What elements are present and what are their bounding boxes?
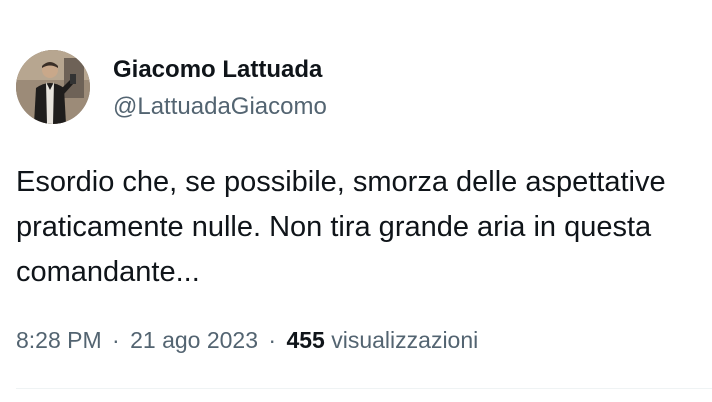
views-count[interactable]: 455 <box>286 327 324 353</box>
tweet-card: Giacomo Lattuada @LattuadaGiacomo Esordi… <box>0 0 712 402</box>
tweet-text: Esordio che, se possibile, smorza delle … <box>16 160 712 295</box>
tweet-date[interactable]: 21 ago 2023 <box>130 327 258 353</box>
meta-separator: · <box>112 327 120 353</box>
avatar-photo-icon <box>16 50 90 124</box>
tweet-time[interactable]: 8:28 PM <box>16 327 102 353</box>
tweet-meta: 8:28 PM · 21 ago 2023 · 455 visualizzazi… <box>16 327 478 354</box>
views-label[interactable]: visualizzazioni <box>331 327 478 353</box>
tweet-text-line: Esordio che, se possibile, smorza delle … <box>16 166 666 198</box>
author-avatar[interactable] <box>16 50 90 124</box>
meta-separator: · <box>268 327 277 353</box>
divider <box>16 388 712 389</box>
tweet-text-line: comandante... <box>16 256 200 288</box>
author-handle[interactable]: @LattuadaGiacomo <box>113 93 327 121</box>
author-name[interactable]: Giacomo Lattuada <box>113 56 322 84</box>
tweet-text-line: praticamente nulle. Non tira grande aria… <box>16 211 652 243</box>
